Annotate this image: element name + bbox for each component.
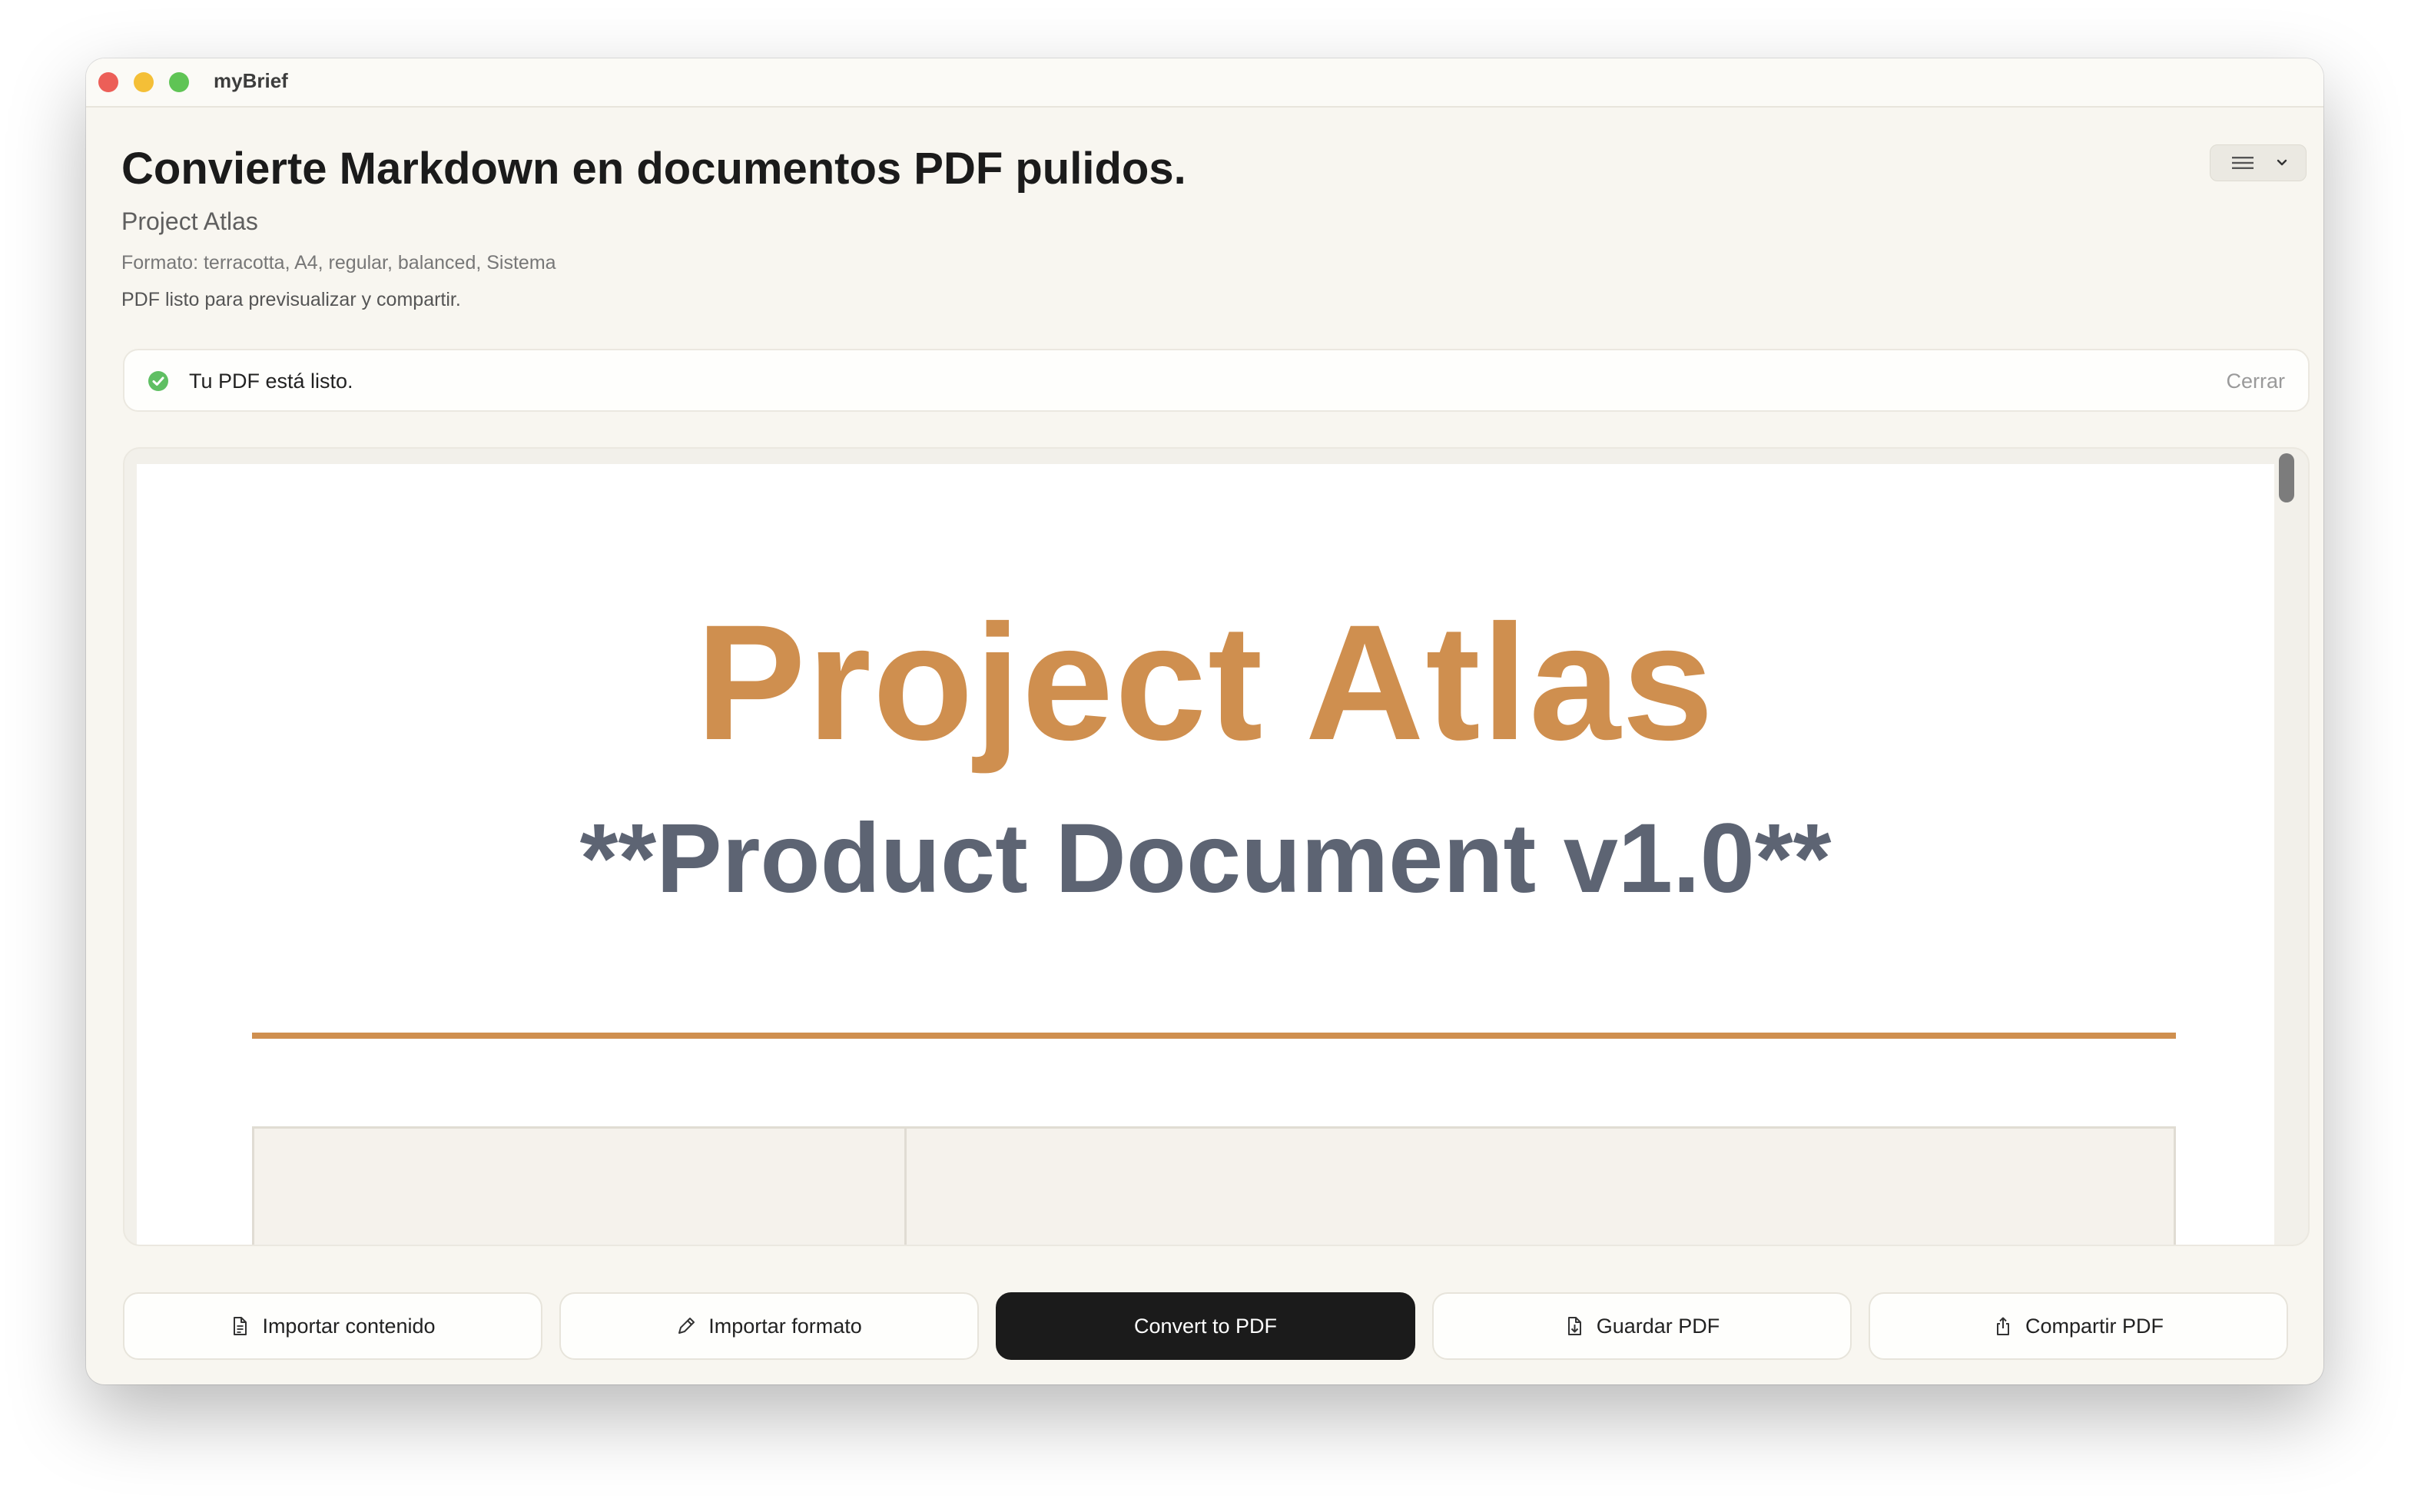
status-text: PDF listo para previsualizar y compartir… — [121, 289, 461, 310]
app-window: myBrief Convierte Markdown en documentos… — [86, 58, 2323, 1384]
project-name: Project Atlas — [121, 207, 258, 235]
share-icon — [1996, 1317, 2009, 1335]
convert-to-pdf-button[interactable]: Convert to PDF — [996, 1292, 1415, 1360]
pencil-icon — [678, 1318, 695, 1334]
share-pdf-label: Compartir PDF — [2025, 1314, 2164, 1338]
import-content-label: Importar contenido — [262, 1314, 436, 1338]
format-summary: Formato: terracotta, A4, regular, balanc… — [121, 252, 556, 274]
close-window-button[interactable] — [98, 72, 118, 92]
pdf-preview[interactable]: Project Atlas **Product Document v1.0** — [123, 447, 2310, 1246]
table-column-divider — [904, 1129, 907, 1245]
chevron-down-icon — [2277, 159, 2287, 166]
import-format-button[interactable]: Importar formato — [559, 1292, 979, 1360]
preview-scrollbar[interactable] — [2279, 453, 2294, 502]
convert-label: Convert to PDF — [1133, 1314, 1278, 1338]
share-pdf-button[interactable]: Compartir PDF — [1869, 1292, 2288, 1360]
import-format-label: Importar formato — [708, 1314, 862, 1338]
list-icon — [2232, 157, 2254, 169]
checkmark-circle-icon — [148, 371, 168, 391]
document-divider — [252, 1033, 2176, 1039]
app-name: myBrief — [214, 69, 288, 92]
save-pdf-button[interactable]: Guardar PDF — [1432, 1292, 1852, 1360]
document-subtitle: **Product Document v1.0** — [579, 804, 1832, 914]
banner-message: Tu PDF está listo. — [189, 370, 353, 393]
success-banner: Tu PDF está listo. Cerrar — [123, 349, 2310, 412]
pdf-page: Project Atlas **Product Document v1.0** — [137, 464, 2274, 1245]
banner-close-button[interactable]: Cerrar — [2226, 370, 2285, 393]
view-menu-button[interactable] — [2210, 144, 2307, 181]
page-title: Convierte Markdown en documentos PDF pul… — [121, 144, 1186, 194]
document-title: Project Atlas — [695, 591, 1716, 774]
download-document-icon — [1567, 1317, 1581, 1335]
title-bar: myBrief — [86, 58, 2323, 108]
zoom-window-button[interactable] — [169, 72, 189, 92]
import-content-button[interactable]: Importar contenido — [123, 1292, 542, 1360]
document-icon — [234, 1317, 247, 1335]
document-table — [252, 1126, 2176, 1245]
minimize-window-button[interactable] — [134, 72, 154, 92]
save-pdf-label: Guardar PDF — [1596, 1314, 1720, 1338]
